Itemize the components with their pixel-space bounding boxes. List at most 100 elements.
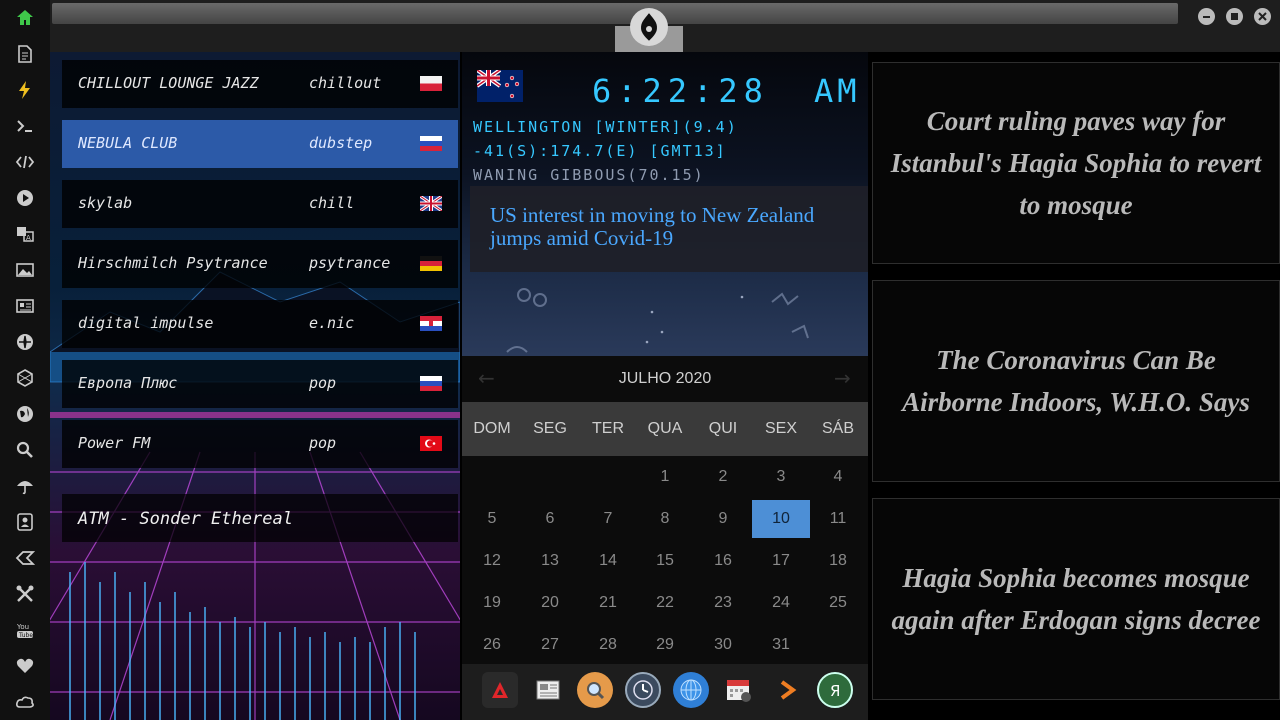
calendar-day[interactable]: 18 (809, 542, 867, 580)
calendar-day[interactable]: 13 (521, 542, 579, 580)
station-name: Power FM (78, 434, 151, 452)
station-genre: pop (309, 434, 337, 452)
station-row[interactable]: digital impulse e.nic (62, 300, 458, 348)
app-dock: Я (462, 664, 868, 720)
station-genre: pop (309, 374, 337, 392)
weekday-label: SEX (764, 420, 797, 437)
tools-icon[interactable] (14, 583, 36, 605)
calendar-day[interactable]: 4 (809, 458, 867, 496)
calendar-day[interactable]: 14 (579, 542, 637, 580)
calendar-day[interactable]: 12 (463, 542, 521, 580)
contact-icon[interactable] (14, 511, 36, 533)
home-icon[interactable] (14, 7, 36, 29)
calendar-day[interactable]: 29 (636, 626, 694, 664)
globe-icon[interactable] (14, 403, 36, 425)
calendar-day[interactable]: 26 (463, 626, 521, 664)
turkey-flag-icon (420, 436, 442, 451)
lightning-icon[interactable] (14, 79, 36, 101)
station-row[interactable]: Европа Плюс pop (62, 360, 458, 408)
news-card[interactable]: US interest in moving to New Zealand jum… (470, 186, 868, 272)
news-icon[interactable] (14, 295, 36, 317)
news-link[interactable]: US interest in moving to New Zealand jum… (490, 204, 860, 250)
uk-flag-icon (420, 196, 442, 211)
calendar-day[interactable]: 5 (463, 500, 521, 538)
calendar-day[interactable]: 7 (579, 500, 637, 538)
calendar-day[interactable]: 3 (752, 458, 810, 496)
station-row[interactable]: Power FM pop (62, 420, 458, 468)
weekday-label: DOM (473, 420, 511, 437)
headline-card[interactable]: Court ruling paves way for Istanbul's Ha… (872, 62, 1280, 264)
translate-icon[interactable]: A (14, 223, 36, 245)
newspaper-icon[interactable] (530, 672, 566, 708)
calendar-day[interactable]: 20 (521, 584, 579, 622)
radio-panel: CHILLOUT LOUNGE JAZZ chillout NEBULA CLU… (50, 52, 460, 720)
now-playing: ATM - Sonder Ethereal (62, 494, 458, 542)
heart-icon[interactable] (14, 655, 36, 677)
headline-card[interactable]: The Coronavirus Can Be Airborne Indoors,… (872, 280, 1280, 482)
calendar-day[interactable]: 17 (752, 542, 810, 580)
cloud-icon[interactable] (14, 691, 36, 713)
calendar-day[interactable]: 8 (636, 500, 694, 538)
calendar-header: ← JULHO 2020 → (462, 356, 868, 402)
calendar-day[interactable]: 19 (463, 584, 521, 622)
calendar-day[interactable]: 25 (809, 584, 867, 622)
station-name: NEBULA CLUB (78, 134, 178, 152)
germany-flag-icon (420, 256, 442, 271)
calendar-day[interactable]: 15 (636, 542, 694, 580)
calendar-day[interactable]: 22 (636, 584, 694, 622)
calendar-day-selected[interactable]: 10 (752, 500, 810, 538)
calendar-day[interactable]: 6 (521, 500, 579, 538)
document-icon[interactable] (14, 43, 36, 65)
tag-icon[interactable] (14, 547, 36, 569)
calendar-icon[interactable] (721, 672, 757, 708)
image-icon[interactable] (14, 259, 36, 281)
station-name: Европа Плюс (78, 374, 178, 392)
croatia-flag-icon (420, 316, 442, 331)
calendar-day[interactable]: 9 (694, 500, 752, 538)
weekday-label: TER (592, 420, 624, 437)
globe-icon[interactable] (673, 672, 709, 708)
calendar-day[interactable]: 23 (694, 584, 752, 622)
station-row[interactable]: skylab chill (62, 180, 458, 228)
station-row-active[interactable]: NEBULA CLUB dubstep (62, 120, 458, 168)
station-name: CHILLOUT LOUNGE JAZZ (78, 74, 259, 92)
app-a-icon[interactable] (482, 672, 518, 708)
calendar-day[interactable]: 30 (694, 626, 752, 664)
next-month-button[interactable]: → (834, 366, 851, 390)
calendar-day[interactable]: 21 (579, 584, 637, 622)
maximize-button[interactable] (1226, 8, 1243, 25)
weekday-label: SÁB (821, 420, 854, 437)
umbrella-icon[interactable] (14, 475, 36, 497)
search-icon[interactable] (14, 439, 36, 461)
station-row[interactable]: Hirschmilch Psytrance psytrance (62, 240, 458, 288)
headline-text: Court ruling paves way for Istanbul's Ha… (890, 106, 1262, 220)
calendar-day[interactable]: 31 (752, 626, 810, 664)
minimize-button[interactable] (1198, 8, 1215, 25)
play-icon[interactable] (14, 187, 36, 209)
youtube-icon[interactable]: You Tube (14, 619, 36, 641)
hexagon-icon[interactable] (14, 367, 36, 389)
weekday-label: QUA (647, 420, 683, 437)
close-button[interactable] (1254, 8, 1271, 25)
calendar-day[interactable]: 24 (752, 584, 810, 622)
station-genre: dubstep (309, 134, 373, 152)
calendar-day[interactable]: 1 (636, 458, 694, 496)
calendar-day[interactable]: 16 (694, 542, 752, 580)
station-name: skylab (78, 194, 133, 212)
station-genre: chillout (309, 74, 382, 92)
calendar-day[interactable]: 11 (809, 500, 867, 538)
calendar-day[interactable]: 28 (579, 626, 637, 664)
yandex-icon[interactable]: Я (817, 672, 853, 708)
calendar-day[interactable]: 2 (694, 458, 752, 496)
code-icon[interactable] (14, 151, 36, 173)
station-row[interactable]: CHILLOUT LOUNGE JAZZ chillout (62, 60, 458, 108)
clock-icon[interactable] (625, 672, 661, 708)
tab-bar[interactable] (52, 3, 1178, 24)
terminal-icon[interactable] (14, 115, 36, 137)
search-icon[interactable] (577, 672, 613, 708)
arrow-icon[interactable] (769, 672, 805, 708)
calendar-day[interactable]: 27 (521, 626, 579, 664)
headline-card[interactable]: Hagia Sophia becomes mosque again after … (872, 498, 1280, 700)
jedi-icon[interactable] (14, 331, 36, 353)
station-name: Hirschmilch Psytrance (78, 254, 268, 272)
